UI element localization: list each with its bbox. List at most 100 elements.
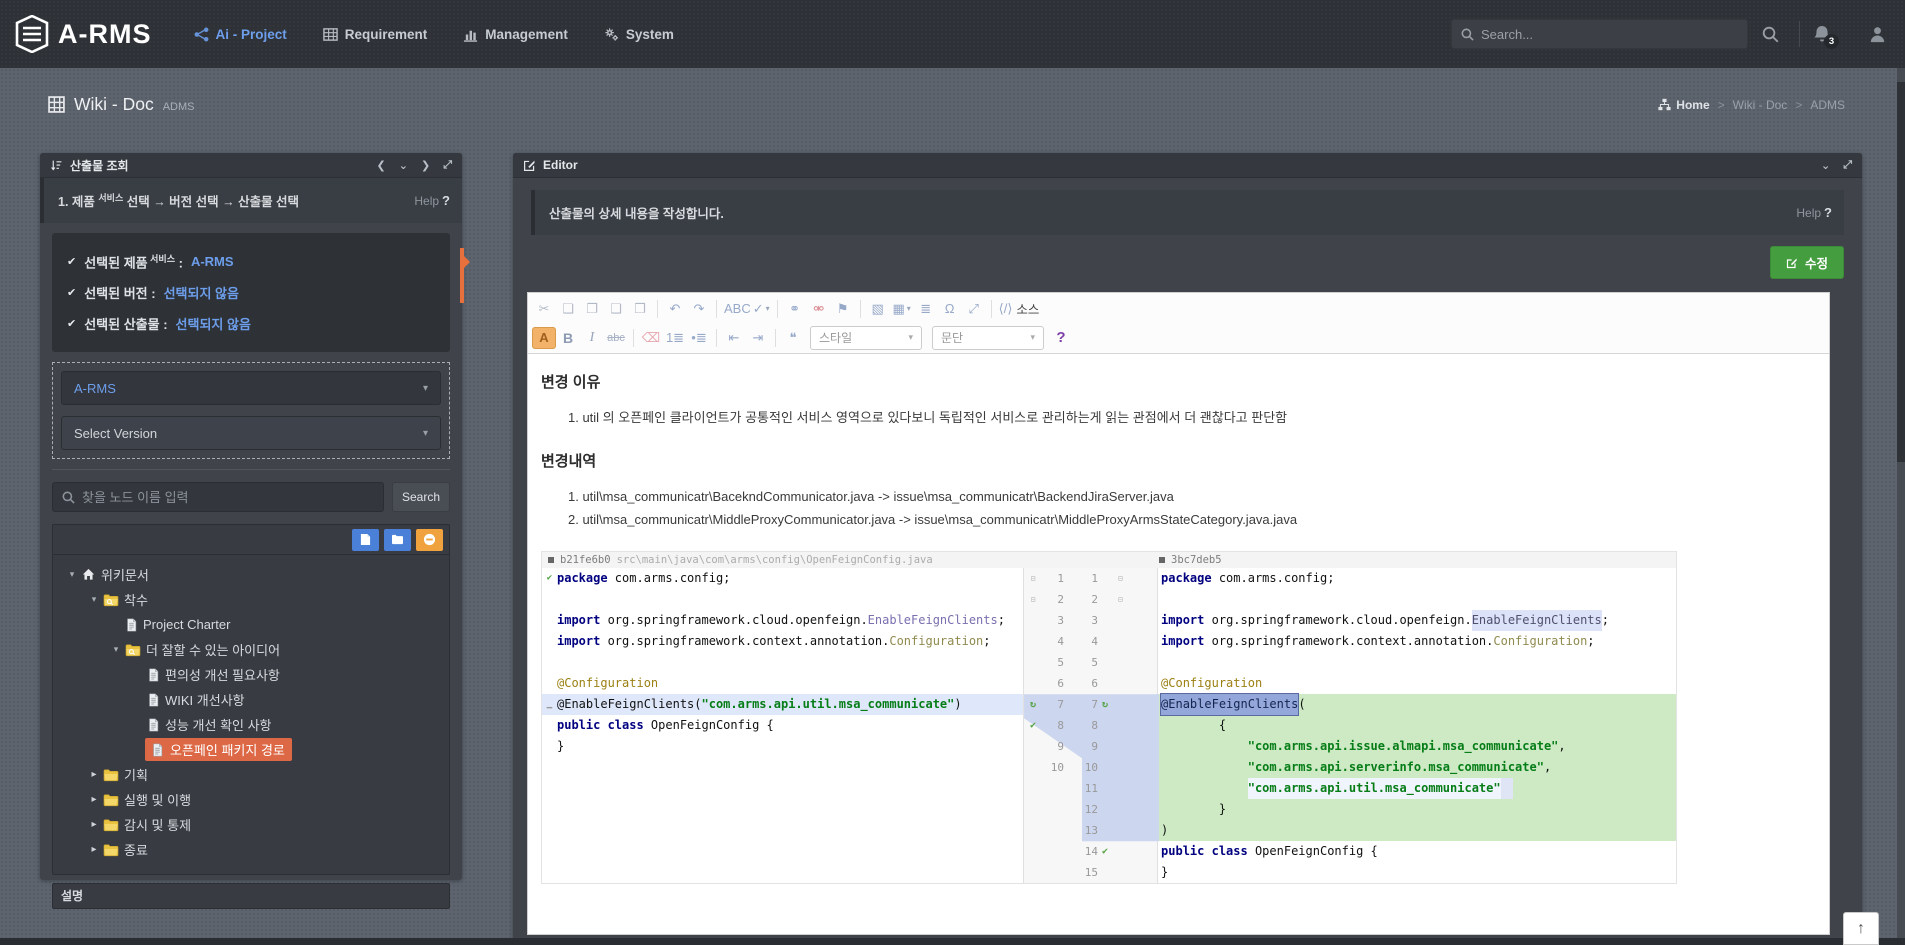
line-margin [542,841,557,862]
tree-expander-icon[interactable]: ▾ [87,594,101,605]
nav-item-management[interactable]: Management [449,17,582,52]
remove-node-button[interactable] [416,529,443,551]
breadcrumb-item[interactable]: Wiki - Doc [1733,98,1788,112]
add-folder-button[interactable] [384,529,411,551]
italic-icon[interactable]: I [580,327,604,349]
strike-icon[interactable]: abc [604,327,628,349]
nav-item-system[interactable]: System [590,17,688,52]
notifications-bell-icon[interactable]: 3 [1812,24,1832,44]
add-document-button[interactable] [352,529,379,551]
page-scrollbar[interactable] [1897,68,1905,945]
right-line-number: 7 [1074,698,1098,711]
toolbar-separator [777,300,778,318]
check-icon[interactable]: ✔ [1024,720,1042,731]
format-select[interactable]: 문단▾ [932,326,1044,350]
tree-expander-icon[interactable]: ▾ [109,644,123,655]
chevron-down-icon[interactable]: ⌄ [399,159,408,172]
tree-item-label: 오픈페인 패키지 경로 [170,740,285,759]
tree-expander-icon[interactable]: ▸ [87,769,101,780]
tree-item[interactable]: ▸실행 및 이행 [61,787,445,812]
expand-icon[interactable]: ⤢ [443,159,452,172]
tree-expander-icon[interactable]: ▸ [87,794,101,805]
left-line-number: 9 [1042,740,1064,753]
anchor-icon[interactable]: ⚑ [831,298,855,320]
help-link[interactable]: Help? [414,193,450,208]
tree-item[interactable]: ▸종료 [61,837,445,862]
doc-icon [151,743,164,757]
chevron-down-icon: ▾ [423,428,428,439]
unlink-icon[interactable]: ⚮ [807,298,831,320]
tree-item[interactable]: ▸기획 [61,762,445,787]
nav-item-requirement[interactable]: Requirement [309,17,442,52]
tree-item[interactable]: ▸감시 및 통제 [61,812,445,837]
source-icon[interactable]: ⟨/⟩소스 [997,298,1042,320]
link-icon[interactable]: ⚭ [783,298,807,320]
cut-icon[interactable]: ✂ [532,298,556,320]
paste-icon[interactable]: ❐ [580,298,604,320]
editor-help-icon[interactable]: ? [1049,327,1073,349]
breadcrumb-home[interactable]: Home [1658,98,1709,112]
scrollbar-thumb[interactable] [1897,82,1905,462]
node-search-button[interactable]: Search [392,482,450,512]
tree-item[interactable]: ▾위키문서 [61,562,445,587]
edit-button[interactable]: 수정 [1770,246,1844,279]
line-margin [542,757,557,778]
indent-icon[interactable]: ⇥ [746,327,770,349]
image-icon[interactable]: ▧ [866,298,890,320]
table-icon[interactable]: ▦▾ [890,298,914,320]
tree-item[interactable]: ▾착수 [61,587,445,612]
fold-icon[interactable]: ⊟ [1118,595,1123,604]
tree-item-selected[interactable]: 오픈페인 패키지 경로 [61,737,445,762]
tree-item[interactable]: Project Charter [61,612,445,637]
tree-item[interactable]: 편의성 개선 필요사항 [61,662,445,687]
special-char-icon[interactable]: Ω [938,298,962,320]
check-icon[interactable]: ✔ [1098,846,1118,857]
undo-icon[interactable]: ↶ [663,298,687,320]
blockquote-icon[interactable]: ❝ [781,327,805,349]
fold-icon[interactable]: ⊟ [1024,574,1042,583]
paste-text-icon[interactable]: ❑ [604,298,628,320]
tree-item[interactable]: ▾더 잘할 수 있는 아이디어 [61,637,445,662]
style-select[interactable]: 스타일▾ [810,326,922,350]
version-select[interactable]: Select Version ▾ [61,416,441,450]
refresh-icon[interactable]: ↻ [1024,699,1042,710]
breadcrumb-item[interactable]: ADMS [1810,98,1845,112]
fold-icon[interactable]: ⊟ [1118,574,1123,583]
bold-icon[interactable]: B [556,327,580,349]
diff-line: @EnableFeignClients( [1158,694,1676,715]
blocks-icon[interactable]: A [532,327,556,349]
ordered-list-icon[interactable]: 1≣ [663,327,687,349]
help-link[interactable]: Help? [1796,205,1832,220]
copy-icon[interactable]: ❏ [556,298,580,320]
refresh-icon[interactable]: ↻ [1098,699,1118,710]
collapse-left-icon[interactable]: ❮ [377,159,386,172]
redo-icon[interactable]: ↷ [687,298,711,320]
tree-expander-icon[interactable]: ▸ [87,844,101,855]
expand-icon[interactable]: ⤢ [1843,159,1852,172]
node-search-input[interactable] [82,490,374,505]
search-submit-icon[interactable] [1762,26,1779,43]
description-footer[interactable]: 설명 [52,883,450,909]
gutter-row: 13 [1024,820,1157,841]
spellcheck-icon[interactable]: ABC✓▾ [722,298,772,320]
outdent-icon[interactable]: ⇤ [722,327,746,349]
user-profile-icon[interactable] [1868,25,1887,44]
hr-icon[interactable]: ≣ [914,298,938,320]
product-select[interactable]: A-RMS ▾ [61,371,441,405]
tree-expander-icon[interactable]: ▸ [87,819,101,830]
tree-item[interactable]: WIKI 개선사항 [61,687,445,712]
collapse-right-icon[interactable]: ❯ [421,159,430,172]
back-to-top-button[interactable]: ↑ [1843,912,1879,945]
nav-item-ai-project[interactable]: Ai - Project [180,17,301,52]
remove-format-icon[interactable]: ⌫ [639,327,663,349]
app-logo[interactable]: A-RMS [0,15,180,53]
maximize-icon[interactable]: ⤢ [962,298,986,320]
global-search-input[interactable] [1481,27,1738,42]
unordered-list-icon[interactable]: •≣ [687,327,711,349]
tree-item[interactable]: 성능 개선 확인 사항 [61,712,445,737]
line-margin [542,736,557,757]
chevron-down-icon[interactable]: ⌄ [1821,159,1830,172]
tree-expander-icon[interactable]: ▾ [65,569,79,580]
paste-word-icon[interactable]: ❒ [628,298,652,320]
fold-icon[interactable]: ⊟ [1024,595,1042,604]
